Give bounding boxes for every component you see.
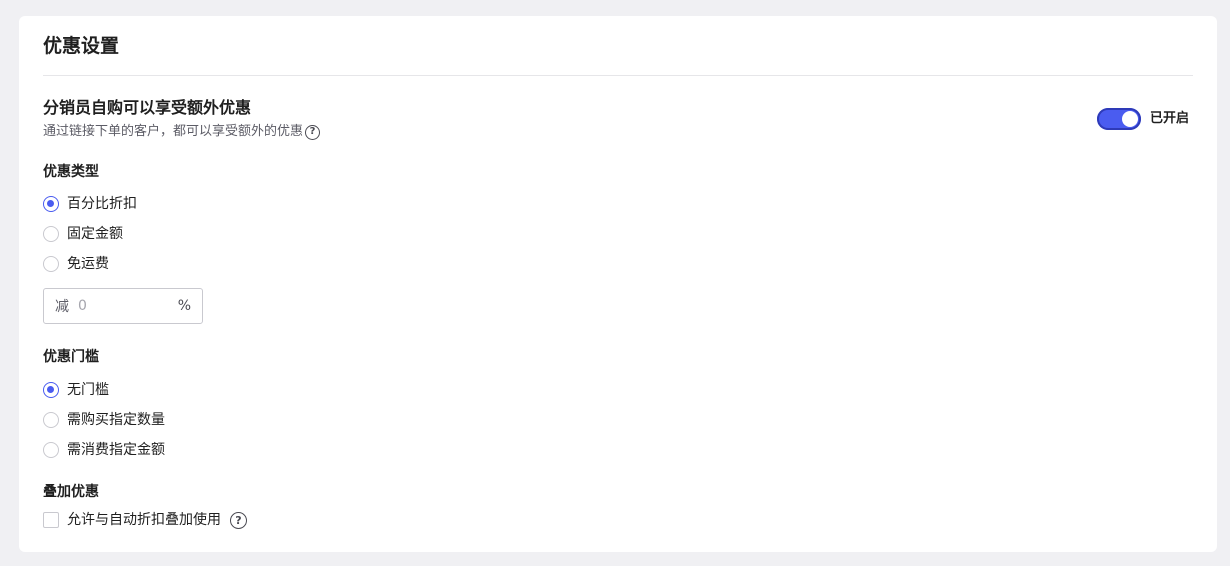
discount-amount-field[interactable]: 减 % — [43, 288, 203, 324]
toggle-knob — [1122, 111, 1138, 127]
percent-suffix: % — [177, 298, 191, 314]
allow-stacking-checkbox[interactable] — [43, 512, 59, 528]
radio-label: 固定金额 — [67, 226, 123, 242]
radio-free-shipping[interactable]: 免运费 — [43, 254, 109, 274]
radio-button[interactable] — [43, 196, 59, 212]
discount-amount-input[interactable] — [78, 298, 168, 314]
radio-button[interactable] — [43, 442, 59, 458]
allow-stacking-option[interactable]: 允许与自动折扣叠加使用 ? — [43, 510, 247, 530]
radio-label: 需购买指定数量 — [67, 412, 165, 428]
radio-label: 需消费指定金额 — [67, 442, 165, 458]
checkbox-label: 允许与自动折扣叠加使用 — [67, 512, 221, 528]
page-title: 优惠设置 — [43, 35, 120, 57]
radio-button[interactable] — [43, 382, 59, 398]
self-purchase-toggle[interactable] — [1097, 108, 1141, 130]
radio-min-amount[interactable]: 需消费指定金额 — [43, 440, 165, 460]
self-purchase-title: 分销员自购可以享受额外优惠 — [43, 98, 252, 117]
radio-min-quantity[interactable]: 需购买指定数量 — [43, 410, 165, 430]
threshold-label: 优惠门槛 — [43, 349, 99, 365]
stacking-label: 叠加优惠 — [43, 484, 99, 500]
radio-label: 无门槛 — [67, 382, 109, 398]
radio-label: 免运费 — [67, 256, 109, 272]
toggle-status-label: 已开启 — [1150, 111, 1190, 126]
discount-type-label: 优惠类型 — [43, 164, 99, 180]
title-divider — [43, 75, 1193, 76]
radio-button[interactable] — [43, 226, 59, 242]
radio-button[interactable] — [43, 412, 59, 428]
radio-fixed-amount[interactable]: 固定金额 — [43, 224, 123, 244]
radio-percentage-discount[interactable]: 百分比折扣 — [43, 194, 137, 214]
input-prefix: 减 — [55, 299, 69, 315]
radio-no-threshold[interactable]: 无门槛 — [43, 380, 109, 400]
radio-button[interactable] — [43, 256, 59, 272]
self-purchase-description-text: 通过链接下单的客户，都可以享受额外的优惠 — [43, 124, 304, 139]
self-purchase-description: 通过链接下单的客户，都可以享受额外的优惠 ? — [43, 122, 321, 142]
radio-label: 百分比折扣 — [67, 196, 137, 212]
discount-settings-card: 优惠设置 分销员自购可以享受额外优惠 通过链接下单的客户，都可以享受额外的优惠 … — [19, 16, 1217, 552]
help-icon[interactable]: ? — [230, 511, 247, 529]
help-icon[interactable]: ? — [305, 124, 321, 140]
